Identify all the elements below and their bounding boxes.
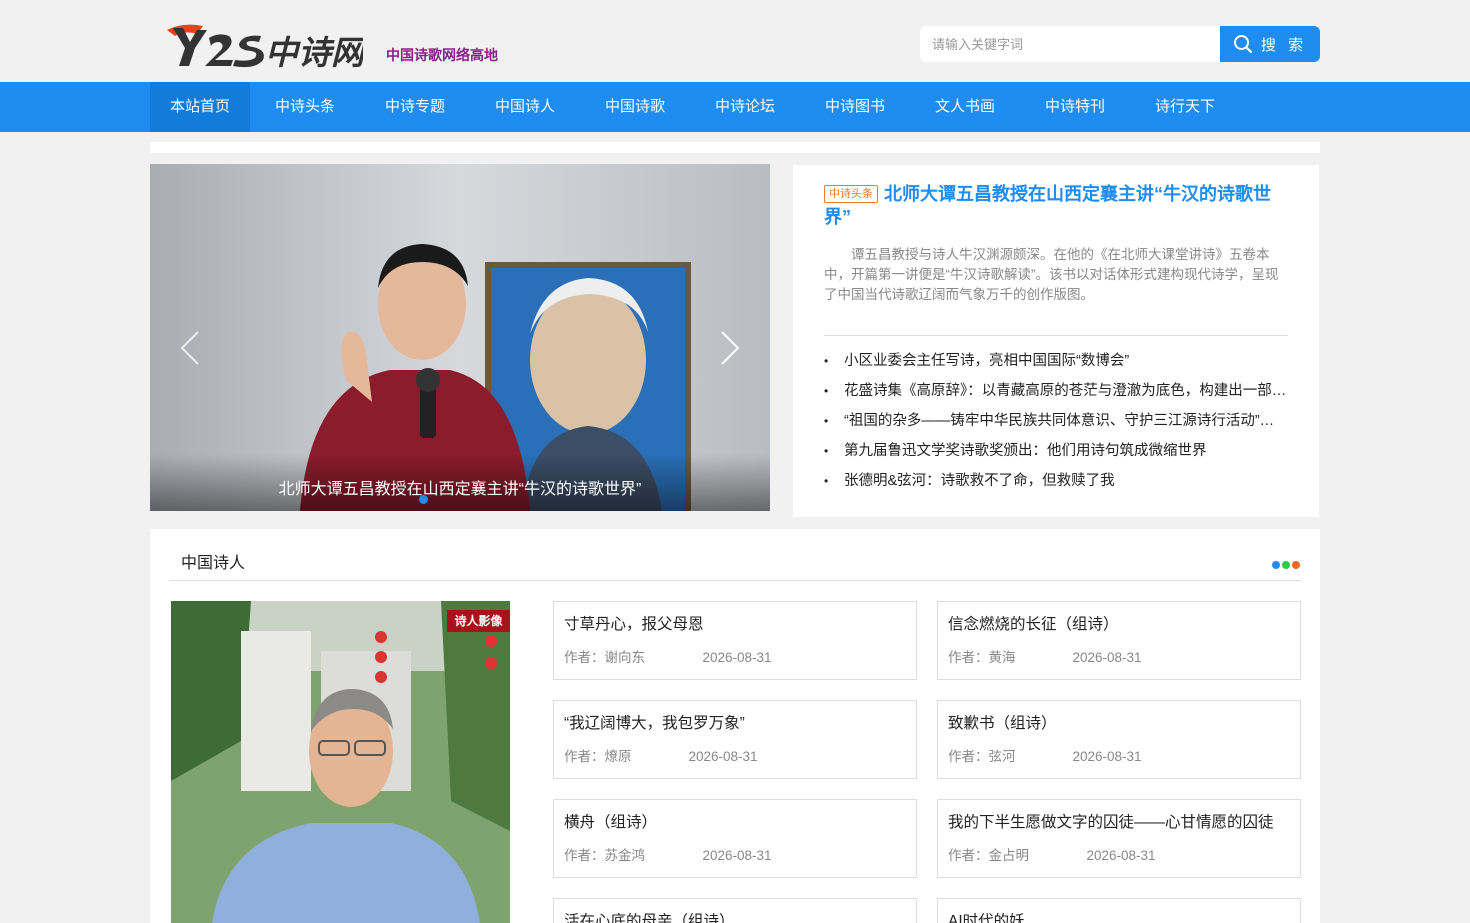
poem-card-meta: 作者：燎原 2026-08-31	[564, 745, 758, 765]
nav-item-books[interactable]: 中诗图书	[800, 82, 910, 132]
author-prefix: 作者：	[948, 749, 989, 764]
headline-panel: 中诗头条 北师大谭五昌教授在山西定襄主讲“牛汉的诗歌世界” 谭五昌教授与诗人牛汉渊…	[793, 165, 1319, 517]
headline-list-item[interactable]: 小区业委会主任写诗，亮相中国国际“数博会”	[824, 346, 1288, 376]
poem-card-title[interactable]: 我的下半生愿做文字的囚徒——心甘情愿的囚徒	[948, 810, 1274, 832]
poem-card-meta: 作者：黄海 2026-08-31	[948, 646, 1142, 666]
poem-card-title[interactable]: 横舟（组诗）	[564, 810, 657, 832]
poem-card-title[interactable]: 活在心底的母亲（组诗）	[564, 909, 735, 923]
headline-tag[interactable]: 中诗头条	[824, 185, 878, 203]
logo-wordmark: 中诗网	[265, 33, 363, 72]
nav-item-poems[interactable]: 中国诗歌	[580, 82, 690, 132]
poem-card-date: 2026-08-31	[1072, 749, 1142, 764]
nav-item-art[interactable]: 文人书画	[910, 82, 1020, 132]
poem-card-date: 2026-08-31	[1086, 848, 1156, 863]
nav-item-world[interactable]: 诗行天下	[1130, 82, 1240, 132]
poem-card-date: 2026-08-31	[688, 749, 758, 764]
poem-card[interactable]: 横舟（组诗） 作者：苏金鸿 2026-08-31	[553, 799, 917, 878]
headline-list: 小区业委会主任写诗，亮相中国国际“数博会” 花盛诗集《高原辞》：以青藏高原的苍茫…	[824, 346, 1288, 496]
site-header: 中诗网 中国诗歌网络高地 搜 索	[0, 0, 1470, 82]
author-prefix: 作者：	[948, 650, 989, 665]
nav-item-poets[interactable]: 中国诗人	[470, 82, 580, 132]
poet-photo-badge: 诗人影像	[447, 610, 510, 632]
poem-card-title[interactable]: 寸草丹心，报父母恩	[564, 612, 704, 634]
poem-card-meta: 作者：谢向东 2026-08-31	[564, 646, 772, 666]
headline-list-item[interactable]: 第九届鲁迅文学奖诗歌奖颁出：他们用诗句筑成微缩世界	[824, 436, 1288, 466]
poem-card-meta: 作者：弦河 2026-08-31	[948, 745, 1142, 765]
poem-card-date: 2026-08-31	[1072, 650, 1142, 665]
poem-card-author: 金占明	[988, 848, 1030, 863]
nav-item-special[interactable]: 中诗特刊	[1020, 82, 1130, 132]
search-button[interactable]: 搜 索	[1220, 26, 1320, 62]
poem-card[interactable]: “我辽阔博大，我包罗万象” 作者：燎原 2026-08-31	[553, 700, 917, 779]
section-title[interactable]: 中国诗人	[181, 549, 245, 573]
search-box: 搜 索	[920, 26, 1320, 62]
headline-title[interactable]: 北师大谭五昌教授在山西定襄主讲“牛汉的诗歌世界”	[824, 184, 1271, 227]
headline-list-item[interactable]: 花盛诗集《高原辞》：以青藏高原的苍茫与澄澈为底色，构建出一部融合地域书写、生命哲…	[824, 376, 1288, 406]
image-slider[interactable]: 北师大谭五昌教授在山西定襄主讲“牛汉的诗歌世界”	[150, 164, 770, 511]
site-slogan: 中国诗歌网络高地	[386, 47, 498, 63]
poem-card-title[interactable]: 致歉书（组诗）	[948, 711, 1057, 733]
nav-item-forum[interactable]: 中诗论坛	[690, 82, 800, 132]
site-logo[interactable]: 中诗网	[163, 20, 363, 72]
headline-list-item[interactable]: 张德明&弦河：诗歌救不了命，但救赎了我	[824, 466, 1288, 496]
poem-card[interactable]: 致歉书（组诗） 作者：弦河 2026-08-31	[937, 700, 1301, 779]
nav-item-home[interactable]: 本站首页	[150, 82, 250, 132]
poem-card[interactable]: 我的下半生愿做文字的囚徒——心甘情愿的囚徒 作者：金占明 2026-08-31	[937, 799, 1301, 878]
headline-summary: 谭五昌教授与诗人牛汉渊源颇深。在他的《在北师大课堂讲诗》五卷本中，开篇第一讲便是…	[824, 247, 1279, 302]
author-prefix: 作者：	[564, 749, 605, 764]
headline-divider	[824, 335, 1288, 336]
poem-card[interactable]: 信念燃烧的长征（组诗） 作者：黄海 2026-08-31	[937, 601, 1301, 680]
author-prefix: 作者：	[564, 650, 605, 665]
poem-card-author: 弦河	[988, 749, 1016, 764]
poem-card-title[interactable]: 信念燃烧的长征（组诗）	[948, 612, 1119, 634]
section-divider	[170, 580, 1301, 581]
poem-card-title[interactable]: “我辽阔博大，我包罗万象”	[564, 711, 745, 733]
poem-card-title[interactable]: AI时代的妖	[948, 909, 1025, 923]
poem-card-meta: 作者：苏金鸿 2026-08-31	[564, 844, 772, 864]
nav-item-headlines[interactable]: 中诗头条	[250, 82, 360, 132]
poet-portrait-image	[171, 601, 510, 923]
poem-card[interactable]: 寸草丹心，报父母恩 作者：谢向东 2026-08-31	[553, 601, 917, 680]
slide-caption[interactable]: 北师大谭五昌教授在山西定襄主讲“牛汉的诗歌世界”	[150, 475, 770, 499]
section-dots-icon	[1272, 561, 1300, 569]
search-input[interactable]	[920, 26, 1220, 62]
poets-section: 中国诗人 诗人影像 寸草丹心，报父母恩 作者：谢向东 2026-08-31 信念燃…	[150, 529, 1320, 923]
search-button-label: 搜 索	[1260, 36, 1308, 54]
poem-card[interactable]: AI时代的妖	[937, 898, 1301, 923]
poem-card-author: 谢向东	[604, 650, 646, 665]
headline-title-wrap: 中诗头条 北师大谭五昌教授在山西定襄主讲“牛汉的诗歌世界”	[824, 183, 1294, 229]
poet-photo[interactable]: 诗人影像	[171, 601, 510, 923]
poem-card-author: 燎原	[604, 749, 632, 764]
poem-card-date: 2026-08-31	[702, 848, 772, 863]
headline-list-item[interactable]: “祖国的杂多——铸牢中华民族共同体意识、守护三江源诗行活动”启动	[824, 406, 1288, 436]
slide-next-arrow-icon[interactable]	[718, 330, 742, 366]
poem-card-author: 苏金鸿	[604, 848, 646, 863]
poem-card[interactable]: 活在心底的母亲（组诗）	[553, 898, 917, 923]
author-prefix: 作者：	[564, 848, 605, 863]
slide-prev-arrow-icon[interactable]	[178, 330, 202, 366]
poem-card-meta: 作者：金占明 2026-08-31	[948, 844, 1156, 864]
notice-bar	[150, 142, 1320, 153]
nav-item-topics[interactable]: 中诗专题	[360, 82, 470, 132]
slide-indicator-dot[interactable]	[419, 495, 428, 504]
poem-card-author: 黄海	[988, 650, 1016, 665]
poem-card-date: 2026-08-31	[702, 650, 772, 665]
search-icon	[1233, 35, 1253, 54]
main-nav: 本站首页 中诗头条 中诗专题 中国诗人 中国诗歌 中诗论坛 中诗图书 文人书画 …	[0, 82, 1470, 132]
author-prefix: 作者：	[948, 848, 989, 863]
